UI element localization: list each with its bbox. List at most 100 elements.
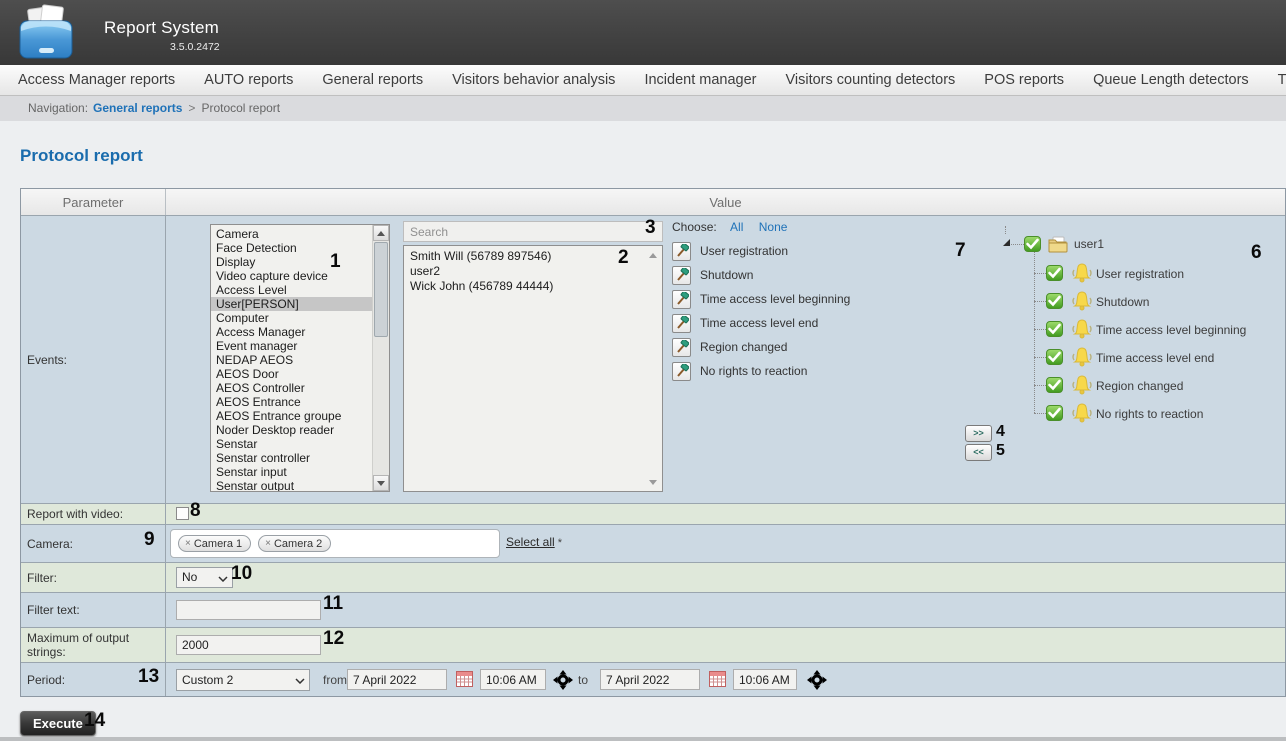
bell-icon xyxy=(1070,403,1094,423)
list-item[interactable]: AEOS Controller xyxy=(211,381,389,395)
hammer-icon xyxy=(675,244,689,258)
list-item[interactable]: Camera xyxy=(211,227,389,241)
list-item[interactable]: Display xyxy=(211,255,389,269)
camera-multiselect[interactable]: ×Camera 1 ×Camera 2 xyxy=(170,529,500,558)
list-item[interactable]: AEOS Door xyxy=(211,367,389,381)
scrollbar[interactable] xyxy=(372,225,389,491)
list-item[interactable]: Noder Desktop reader xyxy=(211,423,389,437)
tree-item-label[interactable]: Time access level end xyxy=(1096,351,1214,365)
remove-tag-icon[interactable]: × xyxy=(265,538,271,549)
add-event-button[interactable] xyxy=(672,242,691,261)
tree-item-label[interactable]: Time access level beginning xyxy=(1096,323,1246,337)
date-from-input[interactable] xyxy=(347,669,447,690)
tree-root-label[interactable]: user1 xyxy=(1074,237,1104,251)
list-item[interactable]: Senstar controller xyxy=(211,451,389,465)
checkbox-checked-icon[interactable] xyxy=(1046,349,1063,365)
tab-queue-length-detectors[interactable]: Queue Length detectors xyxy=(1093,65,1249,95)
add-event-button[interactable] xyxy=(672,290,691,309)
checkbox-checked-icon[interactable] xyxy=(1046,321,1063,337)
report-with-video-checkbox[interactable] xyxy=(176,507,189,520)
row-events: Events: Camera Face Detection Display Vi… xyxy=(21,215,1285,503)
time-to-input[interactable] xyxy=(733,669,797,690)
collapse-triangle-icon[interactable] xyxy=(1002,238,1011,247)
list-item[interactable]: Event manager xyxy=(211,339,389,353)
list-item[interactable]: Wick John (456789 44444) xyxy=(404,279,662,294)
tree-item-label[interactable]: User registration xyxy=(1096,267,1184,281)
list-item[interactable]: Access Level xyxy=(211,283,389,297)
checkbox-checked-icon[interactable] xyxy=(1046,265,1063,281)
choose-none-link[interactable]: None xyxy=(759,220,788,234)
move-right-button[interactable]: >> xyxy=(965,425,992,442)
search-input[interactable] xyxy=(403,221,663,242)
time-picker-icon[interactable] xyxy=(807,670,827,690)
available-events-list: User registration Shutdown Time access l… xyxy=(672,239,850,383)
available-event-row: Time access level end xyxy=(672,311,850,335)
breadcrumb-link-general-reports[interactable]: General reports xyxy=(93,101,182,115)
table-header: Parameter Value xyxy=(21,189,1285,215)
calendar-icon[interactable] xyxy=(456,671,473,687)
time-picker-icon[interactable] xyxy=(553,670,573,690)
list-item[interactable]: Senstar output xyxy=(211,479,389,492)
add-event-button[interactable] xyxy=(672,362,691,381)
select-all-link[interactable]: Select all xyxy=(506,535,555,549)
checkbox-checked-icon[interactable] xyxy=(1046,405,1063,421)
max-strings-input[interactable] xyxy=(176,635,321,655)
list-item[interactable]: Senstar xyxy=(211,437,389,451)
chevron-down-icon xyxy=(218,576,228,582)
scroll-down-icon[interactable] xyxy=(649,480,657,485)
scroll-up-icon[interactable] xyxy=(373,225,389,241)
annotation-4: 4 xyxy=(996,424,1005,440)
tab-incident-manager[interactable]: Incident manager xyxy=(644,65,756,95)
date-to-input[interactable] xyxy=(600,669,700,690)
move-left-button[interactable]: << xyxy=(965,444,992,461)
list-item[interactable]: Access Manager xyxy=(211,325,389,339)
list-item-selected[interactable]: User[PERSON] xyxy=(211,297,389,311)
choose-all-link[interactable]: All xyxy=(730,220,743,234)
tab-auto-reports[interactable]: AUTO reports xyxy=(204,65,293,95)
scrollbar-thumb[interactable] xyxy=(374,242,388,337)
camera-tag[interactable]: ×Camera 1 xyxy=(178,535,251,552)
to-label: to xyxy=(578,673,588,687)
available-event-label: Time access level end xyxy=(700,316,818,330)
objects-listbox[interactable]: Smith Will (56789 897546) user2 Wick Joh… xyxy=(403,245,663,492)
tab-access-manager-reports[interactable]: Access Manager reports xyxy=(18,65,175,95)
select-all-asterisk: * xyxy=(558,537,562,549)
page-title: Protocol report xyxy=(20,146,143,166)
period-select[interactable]: Custom 2 xyxy=(176,669,310,691)
event-types-listbox[interactable]: Camera Face Detection Display Video capt… xyxy=(210,224,390,492)
list-item[interactable]: Computer xyxy=(211,311,389,325)
remove-tag-icon[interactable]: × xyxy=(185,538,191,549)
checkbox-checked-icon[interactable] xyxy=(1046,377,1063,393)
available-event-label: No rights to reaction xyxy=(700,364,807,378)
list-item[interactable]: AEOS Entrance groupe xyxy=(211,409,389,423)
filter-select[interactable]: No xyxy=(176,567,233,588)
tree-item-label[interactable]: No rights to reaction xyxy=(1096,407,1203,421)
checkbox-checked-icon[interactable] xyxy=(1046,293,1063,309)
scroll-up-icon[interactable] xyxy=(649,253,657,258)
list-item[interactable]: Senstar input xyxy=(211,465,389,479)
annotation-3: 3 xyxy=(645,218,656,237)
checkbox-checked-icon[interactable] xyxy=(1024,236,1041,252)
time-from-input[interactable] xyxy=(480,669,546,690)
tab-visitors-behavior-analysis[interactable]: Visitors behavior analysis xyxy=(452,65,615,95)
list-item[interactable]: AEOS Entrance xyxy=(211,395,389,409)
tab-general-reports[interactable]: General reports xyxy=(322,65,423,95)
scroll-down-icon[interactable] xyxy=(373,475,389,491)
list-item[interactable]: NEDAP AEOS xyxy=(211,353,389,367)
tab-visitors-counting-detectors[interactable]: Visitors counting detectors xyxy=(785,65,955,95)
add-event-button[interactable] xyxy=(672,338,691,357)
add-event-button[interactable] xyxy=(672,314,691,333)
tree-item-label[interactable]: Shutdown xyxy=(1096,295,1149,309)
camera-tag[interactable]: ×Camera 2 xyxy=(258,535,331,552)
list-item[interactable]: Video capture device xyxy=(211,269,389,283)
tab-time-attendance[interactable]: Time a xyxy=(1278,65,1286,95)
tree-item-label[interactable]: Region changed xyxy=(1096,379,1183,393)
tab-pos-reports[interactable]: POS reports xyxy=(984,65,1064,95)
filter-text-input[interactable] xyxy=(176,600,321,620)
add-event-button[interactable] xyxy=(672,266,691,285)
filter-label: Filter: xyxy=(21,563,166,592)
filter-select-value: No xyxy=(182,570,197,584)
list-item[interactable]: Face Detection xyxy=(211,241,389,255)
calendar-icon[interactable] xyxy=(709,671,726,687)
available-event-row: No rights to reaction xyxy=(672,359,850,383)
